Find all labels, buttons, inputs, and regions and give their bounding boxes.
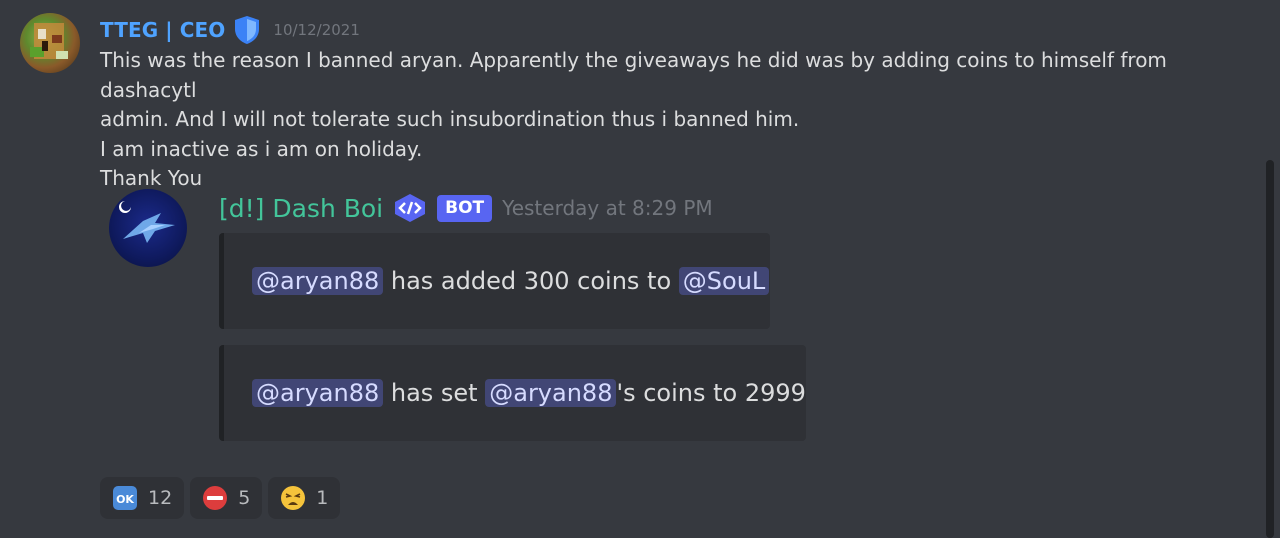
message-line: I am inactive as i am on holiday.	[100, 136, 423, 161]
developer-badge-icon[interactable]	[393, 193, 427, 223]
shield-icon[interactable]	[233, 15, 261, 45]
bot-timestamp: Yesterday at 8:29 PM	[502, 196, 713, 220]
scrollbar[interactable]	[1266, 160, 1274, 538]
message-line: admin. And I will not tolerate such insu…	[100, 107, 800, 131]
user-mention[interactable]: @aryan88	[252, 267, 384, 295]
message-timestamp: 10/12/2021	[273, 21, 360, 39]
user-mention[interactable]: @SouL	[678, 267, 770, 295]
ok-emoji-icon: OK	[112, 485, 138, 511]
message-line: This was the reason I banned aryan. Appa…	[100, 48, 1167, 102]
embed-text: has set	[383, 379, 486, 407]
user-avatar[interactable]	[20, 13, 80, 73]
reaction-count: 1	[316, 487, 329, 509]
bot-header: [d!] Dash Boi BOT Yesterday at 8:29 PM	[219, 189, 713, 227]
user-mention[interactable]: @aryan88	[485, 379, 617, 407]
user-mention[interactable]: @aryan88	[252, 379, 384, 407]
embed-text: 's coins to 2999	[616, 379, 806, 407]
message-header: TTEG | CEO 10/12/2021	[100, 13, 360, 47]
bot-tag: BOT	[437, 194, 493, 222]
embed-card: @aryan88 has added 300 coins to @SouL	[219, 233, 770, 329]
reaction-count: 5	[238, 487, 251, 509]
reaction-no-entry[interactable]: 5	[190, 477, 263, 519]
tired-face-icon	[280, 485, 306, 511]
reaction-count: 12	[148, 487, 173, 509]
bot-avatar[interactable]	[109, 189, 187, 267]
chat-message: TTEG | CEO 10/12/2021 This was the reaso…	[0, 0, 1280, 538]
reaction-ok[interactable]: OK 12	[100, 477, 185, 519]
embed-card: @aryan88 has set @aryan88's coins to 299…	[219, 345, 806, 441]
author-name[interactable]: TTEG | CEO	[100, 18, 225, 42]
no-entry-icon	[202, 485, 228, 511]
bot-name[interactable]: [d!] Dash Boi	[219, 194, 383, 223]
reaction-tired-face[interactable]: 1	[268, 477, 341, 519]
reactions-bar: OK 12 5 1	[100, 477, 341, 519]
embed-text: has added 300 coins to	[383, 267, 679, 295]
svg-text:OK: OK	[116, 493, 134, 506]
message-content: This was the reason I banned aryan. Appa…	[100, 46, 1250, 194]
